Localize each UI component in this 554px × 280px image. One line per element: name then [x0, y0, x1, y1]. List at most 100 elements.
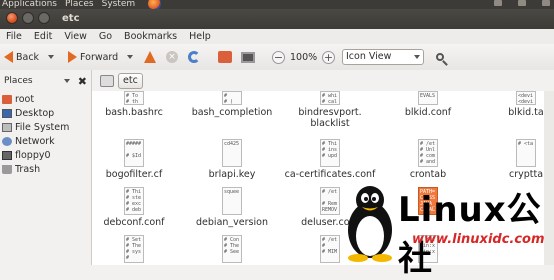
reload-icon [188, 51, 200, 63]
file-thumbnail-icon: EVALS [418, 91, 438, 105]
zoom-in-button[interactable]: + [322, 48, 335, 66]
computer-icon [241, 51, 255, 63]
file-thumbnail-icon: cd425 [222, 139, 242, 167]
linuxidc-watermark: Linux公社 www.linuxidc.com [340, 180, 554, 279]
watermark-url: www.linuxidc.com [412, 232, 545, 247]
forward-history-dropdown-icon[interactable] [127, 55, 134, 59]
volume-icon[interactable] [542, 0, 550, 6]
file-thumbnail-icon: # # ( [222, 91, 242, 105]
top-panel: Applications Places System [0, 0, 554, 9]
file-thumbnail-icon: # whi # cal [320, 91, 340, 105]
sidebar-item-label: root [15, 93, 35, 105]
home-button[interactable] [218, 48, 232, 66]
file-item[interactable]: # # ( bash_completion [182, 91, 282, 118]
file-item[interactable]: EVALS blkid.conf [378, 91, 478, 118]
back-history-dropdown-icon[interactable] [48, 55, 55, 59]
sidebar: Places ✖ root Desktop File System Networ… [0, 70, 92, 265]
search-icon [436, 53, 444, 61]
file-name: brlapi.key [208, 169, 256, 180]
sidebar-item-label: Desktop [15, 107, 55, 119]
forward-button[interactable]: Forward [68, 48, 134, 66]
back-arrow-icon [4, 51, 13, 63]
system-menu[interactable]: System [102, 0, 136, 9]
search-button[interactable] [436, 48, 444, 66]
sidebar-item-floppy0[interactable]: floppy0 [0, 148, 91, 162]
sidebar-item-root[interactable]: root [0, 92, 91, 106]
file-name: debian_version [196, 217, 268, 228]
file-item[interactable]: # Thi # ins # upd ca-certificates.conf [280, 139, 380, 180]
home-folder-icon [2, 94, 12, 104]
file-thumbnail-icon: # Set # The # sys # [124, 235, 144, 263]
menu-help[interactable]: Help [183, 29, 217, 44]
close-window-button[interactable] [6, 12, 18, 24]
file-item[interactable]: squee debian_version [182, 187, 282, 228]
firefox-icon[interactable] [148, 0, 161, 9]
sidebar-item-desktop[interactable]: Desktop [0, 106, 91, 120]
drive-icon [2, 122, 12, 132]
sidebar-title[interactable]: Places [4, 76, 33, 86]
file-name: bash_completion [191, 107, 273, 118]
computer-button[interactable] [241, 48, 255, 66]
forward-label: Forward [80, 51, 119, 63]
menu-go[interactable]: Go [93, 29, 118, 44]
file-name: ca-certificates.conf [284, 169, 376, 180]
sidebar-type-dropdown-icon[interactable] [63, 79, 70, 83]
places-menu[interactable]: Places [65, 0, 94, 9]
view-mode-value: Icon View [346, 51, 392, 62]
network-icon [2, 136, 12, 146]
close-sidebar-icon[interactable]: ✖ [78, 75, 87, 88]
zoom-out-button[interactable]: − [272, 48, 285, 66]
file-item[interactable]: # <ta cryptta [476, 139, 554, 180]
zoom-in-icon: + [322, 50, 335, 64]
maximize-window-button[interactable] [38, 12, 50, 24]
breadcrumb-etc[interactable]: etc [118, 72, 143, 89]
stop-icon: × [166, 51, 178, 63]
toolbar: Back Forward × − 100% + Icon View [0, 44, 554, 71]
file-item[interactable]: <devi <devi blkid.ta [476, 91, 554, 118]
file-thumbnail-icon: # /et # Unl # com # and [418, 139, 438, 167]
file-item[interactable]: # Set # The # sys # [92, 235, 184, 265]
desktop-icon [2, 108, 12, 118]
file-name: blkid.ta [508, 107, 544, 118]
menu-bookmarks[interactable]: Bookmarks [118, 29, 183, 44]
stop-button[interactable]: × [166, 48, 178, 66]
menu-view[interactable]: View [58, 29, 93, 44]
file-item[interactable]: # To # th bash.bashrc [92, 91, 184, 118]
file-item[interactable]: cd425 brlapi.key [182, 139, 282, 180]
file-thumbnail-icon: <devi <devi [516, 91, 536, 105]
sidebar-item-trash[interactable]: Trash [0, 162, 91, 176]
file-thumbnail-icon: # Con # The # See [222, 235, 242, 263]
file-name: bogofilter.cf [105, 169, 163, 180]
up-arrow-icon [144, 51, 156, 63]
filesystem-root-button[interactable] [100, 74, 114, 87]
back-label: Back [16, 51, 40, 63]
path-bar: etc [92, 70, 554, 91]
mail-icon[interactable] [518, 0, 526, 6]
file-item[interactable]: # Thi # ste # exc # deb debconf.conf [92, 187, 184, 228]
file-thumbnail-icon: # Thi # ste # exc # deb [124, 187, 144, 215]
file-item[interactable]: # Con # The # See [182, 235, 282, 265]
sidebar-item-label: Trash [15, 163, 41, 175]
view-mode-select[interactable]: Icon View [342, 49, 424, 65]
file-thumbnail-icon: # Thi # ins # upd [320, 139, 340, 167]
file-thumbnail-icon: # /et # # MIM [320, 235, 340, 263]
file-item[interactable]: ##### # $Id bogofilter.cf [92, 139, 184, 180]
sidebar-item-file-system[interactable]: File System [0, 120, 91, 134]
file-item[interactable]: # /et # Unl # com # and crontab [378, 139, 478, 180]
menu-edit[interactable]: Edit [28, 29, 58, 44]
sidebar-item-network[interactable]: Network [0, 134, 91, 148]
reload-button[interactable] [188, 48, 200, 66]
file-item[interactable]: # whi # cal bindresvport. blacklist [280, 91, 380, 129]
window-titlebar[interactable]: etc [0, 9, 554, 29]
minimize-window-button[interactable] [22, 12, 34, 24]
up-button[interactable] [144, 48, 156, 66]
menu-file[interactable]: File [0, 29, 28, 44]
watermark-brand: Linux公社 [398, 190, 542, 279]
applications-menu[interactable]: Applications [2, 0, 57, 9]
menubar: File Edit View Go Bookmarks Help [0, 29, 554, 44]
sidebar-item-label: File System [15, 121, 70, 133]
tux-penguin-icon [348, 186, 392, 262]
back-button[interactable]: Back [4, 48, 55, 66]
floppy-icon [2, 150, 12, 160]
network-status-icon[interactable] [494, 0, 502, 6]
